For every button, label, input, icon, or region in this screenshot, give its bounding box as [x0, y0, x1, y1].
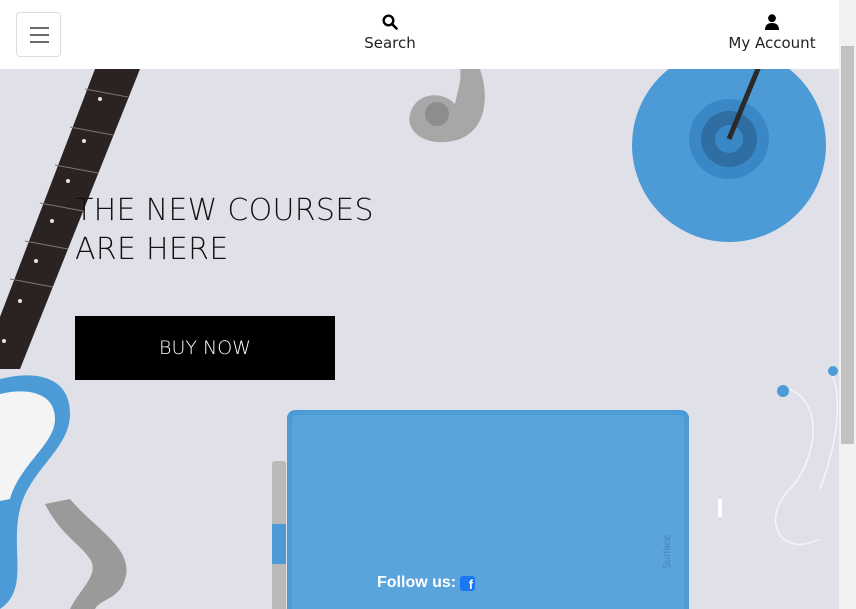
hamburger-icon-line — [30, 34, 49, 36]
user-icon — [765, 14, 779, 30]
buy-now-button[interactable]: BUY NOW — [75, 316, 335, 380]
account-nav[interactable]: My Account — [722, 14, 822, 52]
search-icon — [382, 14, 398, 30]
scrollbar-thumb[interactable] — [841, 46, 854, 444]
site-header: Search My Account — [0, 0, 839, 69]
hero-title: THE NEW COURSES ARE HERE — [75, 193, 374, 267]
search-label: Search — [364, 34, 416, 52]
menu-button[interactable] — [16, 12, 61, 57]
search-nav[interactable]: Search — [355, 14, 425, 52]
svg-text:Surface: Surface — [662, 534, 673, 569]
hamburger-icon-line — [30, 41, 49, 43]
hamburger-icon — [30, 27, 49, 29]
facebook-icon[interactable]: f — [460, 575, 476, 592]
vertical-scrollbar[interactable] — [839, 0, 856, 609]
hero-banner: Surface THE NEW COURSES ARE HERE BUY NOW… — [0, 69, 839, 609]
follow-us: Follow us: f — [377, 574, 476, 592]
account-label: My Account — [728, 34, 816, 52]
follow-label: Follow us: — [377, 574, 457, 591]
